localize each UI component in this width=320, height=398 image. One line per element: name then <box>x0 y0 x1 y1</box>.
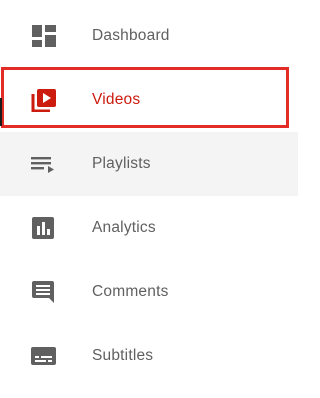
sidebar-item-dashboard[interactable]: Dashboard <box>0 4 298 68</box>
edge-marker <box>0 98 2 126</box>
sidebar-item-label: Subtitles <box>92 347 154 364</box>
sidebar-item-videos[interactable]: Videos <box>0 68 298 132</box>
videos-icon <box>31 88 57 112</box>
comments-icon <box>31 280 57 304</box>
sidebar-nav: Dashboard Videos Playlists Analytics Com… <box>0 4 298 398</box>
sidebar-item-label: Videos <box>92 91 141 108</box>
sidebar-item-comments[interactable]: Comments <box>0 260 298 324</box>
analytics-icon <box>31 216 57 240</box>
dashboard-icon <box>31 24 57 48</box>
sidebar-item-label: Dashboard <box>92 27 170 44</box>
subtitles-icon <box>31 344 57 368</box>
playlists-icon <box>31 152 57 176</box>
sidebar-item-subtitles[interactable]: Subtitles <box>0 324 298 388</box>
sidebar-item-playlists[interactable]: Playlists <box>0 132 298 196</box>
sidebar-item-label: Comments <box>92 283 169 300</box>
sidebar-item-label: Analytics <box>92 219 156 236</box>
sidebar-item-analytics[interactable]: Analytics <box>0 196 298 260</box>
sidebar-item-label: Playlists <box>92 155 151 172</box>
